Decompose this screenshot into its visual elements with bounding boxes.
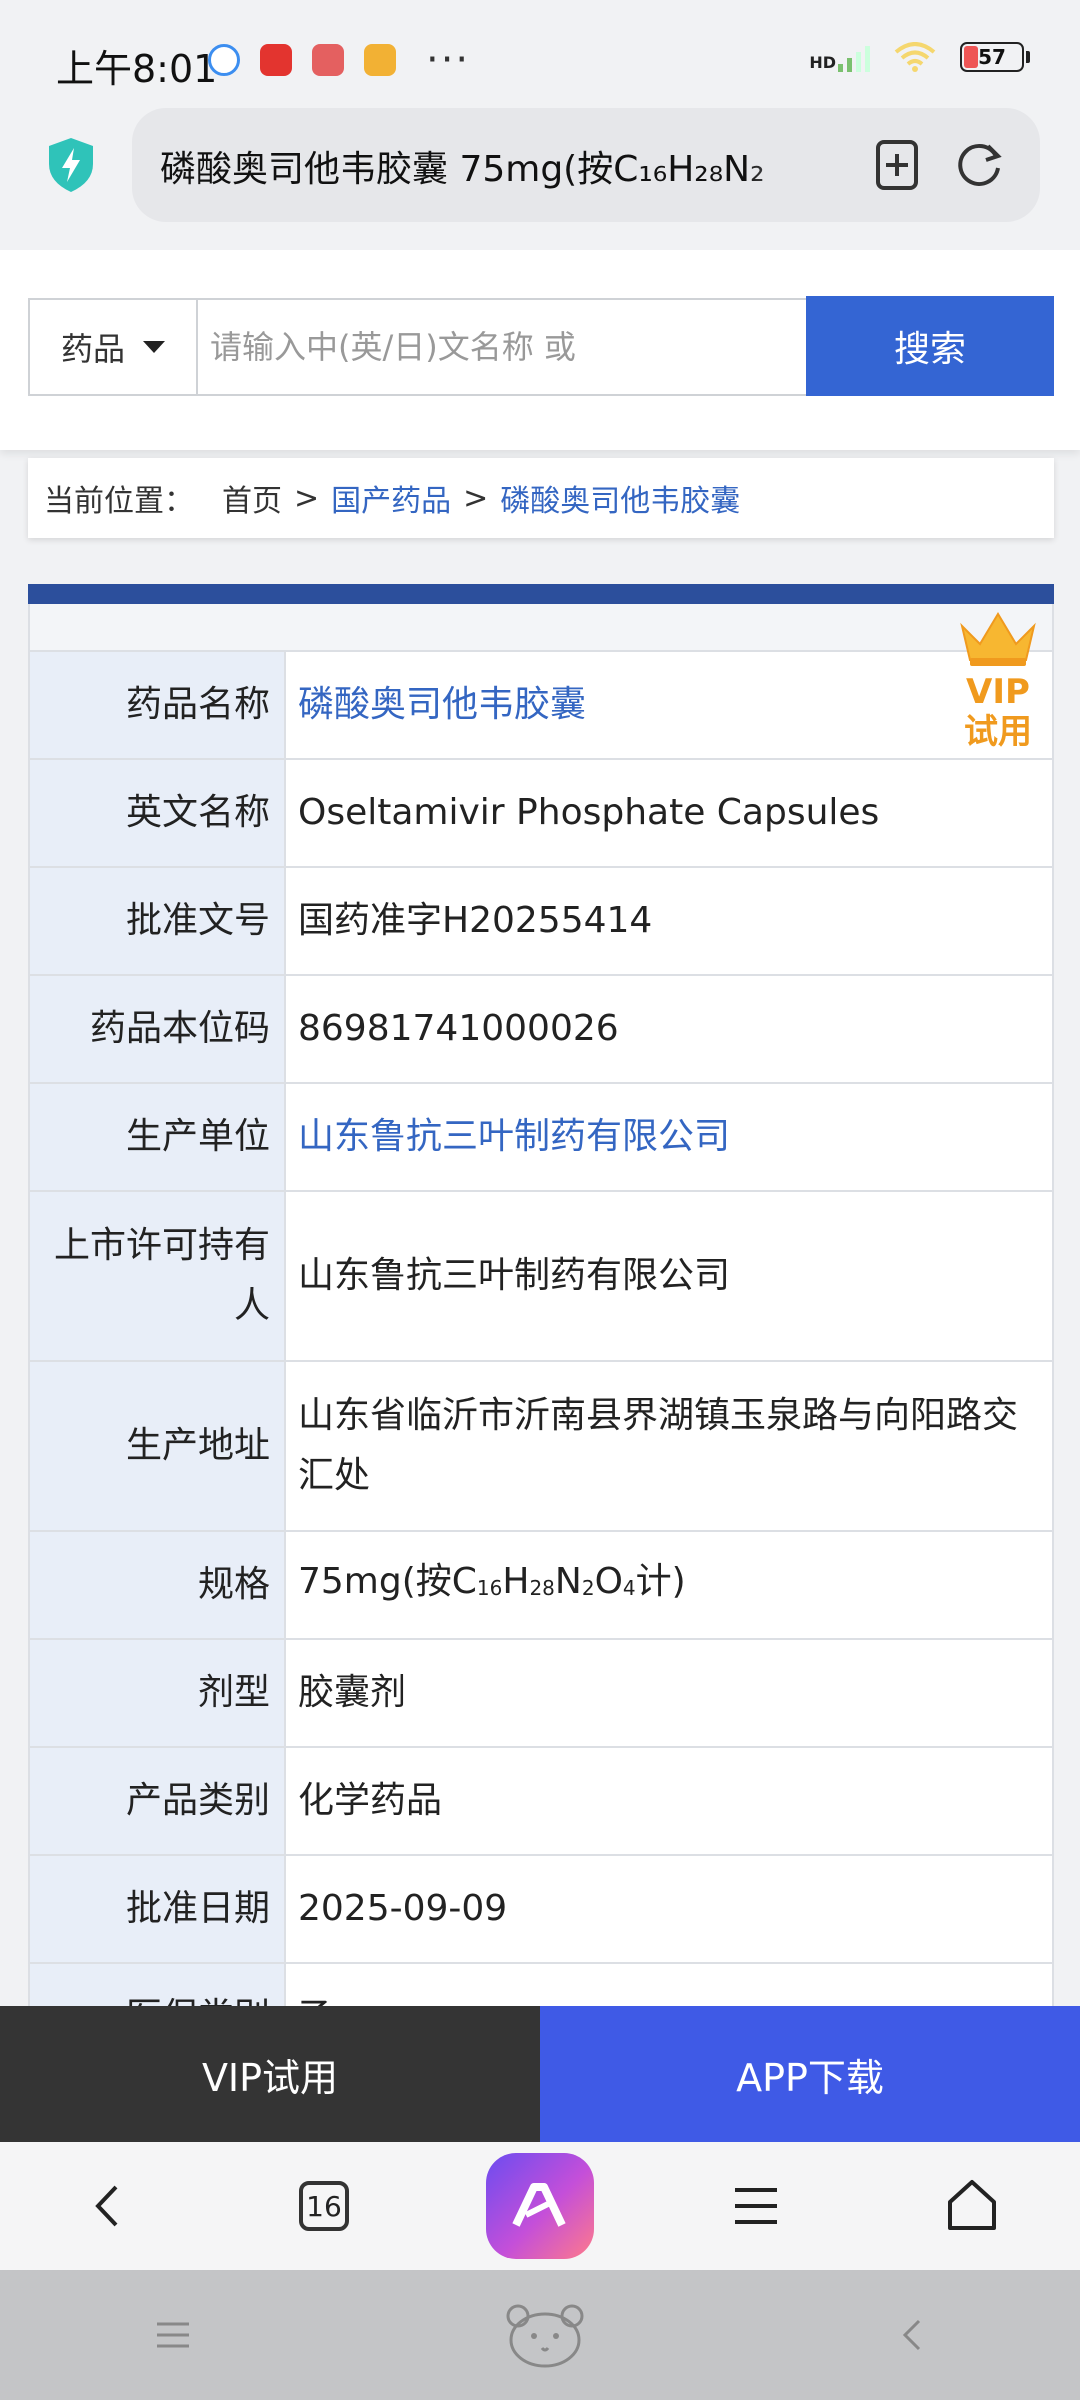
web-page: 药品 搜索 当前位置： 首页 > 国产药品 > 磷酸奥司他韦胶囊 药品名称 磷酸… (0, 250, 1080, 2006)
battery-icon: 57 (960, 42, 1024, 72)
tabs-count: 16 (299, 2181, 349, 2231)
search-button[interactable]: 搜索 (806, 296, 1054, 396)
row-value: 胶囊剂 (284, 1638, 1054, 1748)
add-bookmark-icon[interactable] (872, 138, 922, 192)
drug-name-link[interactable]: 磷酸奥司他韦胶囊 (284, 650, 1054, 760)
breadcrumb-section-link[interactable]: 国产药品 (331, 476, 451, 520)
row-label: 生产地址 (28, 1360, 286, 1532)
table-row: 生产地址 山东省临沂市沂南县界湖镇玉泉路与向阳路交汇处 (28, 1360, 1054, 1532)
drug-detail-card: 药品名称 磷酸奥司他韦胶囊 英文名称 Oseltamivir Phosphate… (28, 584, 1054, 2006)
bear-home-icon[interactable] (500, 2300, 590, 2370)
row-value: Oseltamivir Phosphate Capsules (284, 758, 1054, 868)
status-bar: 上午8:01 ··· HD 57 (0, 0, 1080, 110)
chevron-left-icon (95, 2185, 118, 2227)
home-button[interactable] (912, 2151, 1032, 2261)
breadcrumb-current-link[interactable]: 磷酸奥司他韦胶囊 (500, 476, 740, 520)
table-row: 产品类别 化学药品 (28, 1746, 1054, 1856)
search-panel: 药品 搜索 (0, 250, 1080, 450)
vip-badge-line1: VIP (966, 672, 1030, 712)
row-label: 产品类别 (28, 1746, 286, 1856)
table-row: 批准文号 国药准字H20255414 (28, 866, 1054, 976)
browser-logo-icon (486, 2153, 594, 2259)
menu-button[interactable] (696, 2151, 816, 2261)
breadcrumb-home[interactable]: 首页 (222, 476, 282, 520)
system-icons: HD 57 (809, 42, 1030, 72)
row-label: 医保类别 (28, 1962, 286, 2006)
url-field[interactable]: 磷酸奥司他韦胶囊 75mg(按C₁₆H₂₈N₂ (132, 108, 1040, 222)
app-download-button[interactable]: APP下载 (540, 2006, 1080, 2142)
search-input[interactable] (198, 300, 806, 394)
caret-down-icon (143, 341, 165, 353)
menu-icon (735, 2188, 777, 2224)
back-button[interactable] (48, 2151, 168, 2261)
manufacturer-link[interactable]: 山东鲁抗三叶制药有限公司 (284, 1082, 1054, 1192)
shield-lightning-icon[interactable] (46, 136, 96, 194)
refresh-icon[interactable] (954, 138, 1006, 190)
system-navigation-bar (0, 2270, 1080, 2400)
battery-level: 57 (978, 45, 1006, 69)
browser-home-logo-button[interactable] (480, 2151, 600, 2261)
browser-toolbar: 16 (0, 2142, 1080, 2270)
bottom-banner: VIP试用 APP下载 (0, 2006, 1080, 2142)
back-gesture-icon[interactable] (897, 2315, 927, 2355)
row-value: 山东鲁抗三叶制药有限公司 (284, 1190, 1054, 1362)
table-row: 剂型 胶囊剂 (28, 1638, 1054, 1748)
row-value: 国药准字H20255414 (284, 866, 1054, 976)
row-value: 山东省临沂市沂南县界湖镇玉泉路与向阳路交汇处 (284, 1360, 1054, 1532)
row-label: 药品名称 (28, 650, 286, 760)
row-label: 药品本位码 (28, 974, 286, 1084)
breadcrumb: 当前位置： 首页 > 国产药品 > 磷酸奥司他韦胶囊 (28, 458, 1054, 538)
row-value: 乙 (284, 1962, 1054, 2006)
home-icon (948, 2180, 996, 2230)
card-header-bar (28, 584, 1054, 604)
news-app-icon (312, 44, 344, 76)
row-value: 2025-09-09 (284, 1854, 1054, 1964)
table-row: 医保类别 乙 (28, 1962, 1054, 2006)
card-sub-header (28, 604, 1054, 650)
tabs-button[interactable]: 16 (264, 2151, 384, 2261)
breadcrumb-separator: > (294, 480, 320, 516)
notification-icons: ··· (208, 37, 471, 83)
breadcrumb-label: 当前位置： (44, 484, 194, 519)
row-label: 批准日期 (28, 1854, 286, 1964)
crown-icon (960, 612, 1036, 666)
drug-info-table: 药品名称 磷酸奥司他韦胶囊 英文名称 Oseltamivir Phosphate… (28, 650, 1054, 2006)
category-label: 药品 (60, 330, 125, 368)
table-row: 药品本位码 86981741000026 (28, 974, 1054, 1084)
row-label: 生产单位 (28, 1082, 286, 1192)
clock-app-icon (208, 44, 240, 76)
recent-apps-icon[interactable] (153, 2318, 193, 2352)
row-label: 英文名称 (28, 758, 286, 868)
table-row: 批准日期 2025-09-09 (28, 1854, 1054, 1964)
table-row: 规格 75mg(按C16H28N2O4计) (28, 1530, 1054, 1640)
vip-trial-badge[interactable]: VIP 试用 (942, 608, 1054, 788)
status-time: 上午8:01 (56, 47, 218, 91)
row-label: 批准文号 (28, 866, 286, 976)
vip-badge-line2: 试用 (964, 712, 1032, 752)
category-dropdown[interactable]: 药品 (30, 300, 198, 394)
row-value: 化学药品 (284, 1746, 1054, 1856)
more-notifications-icon: ··· (426, 37, 471, 83)
shopping-app-icon (260, 44, 292, 76)
wifi-icon (894, 42, 936, 72)
url-text[interactable]: 磷酸奥司他韦胶囊 75mg(按C₁₆H₂₈N₂ (160, 140, 840, 190)
table-row: 上市许可持有人 山东鲁抗三叶制药有限公司 (28, 1190, 1054, 1362)
breadcrumb-separator: > (463, 480, 489, 516)
search-box: 药品 (28, 298, 808, 396)
row-label: 上市许可持有人 (28, 1190, 286, 1362)
row-value: 86981741000026 (284, 974, 1054, 1084)
network-type-label: HD (809, 53, 836, 72)
row-label: 规格 (28, 1530, 286, 1640)
table-row: 英文名称 Oseltamivir Phosphate Capsules (28, 758, 1054, 868)
table-row: 药品名称 磷酸奥司他韦胶囊 (28, 650, 1054, 760)
row-label: 剂型 (28, 1638, 286, 1748)
browser-address-bar: 磷酸奥司他韦胶囊 75mg(按C₁₆H₂₈N₂ (0, 100, 1080, 250)
signal-icon (838, 42, 870, 72)
table-row: 生产单位 山东鲁抗三叶制药有限公司 (28, 1082, 1054, 1192)
video-app-icon (364, 44, 396, 76)
row-value: 75mg(按C16H28N2O4计) (284, 1530, 1054, 1640)
vip-trial-button[interactable]: VIP试用 (0, 2006, 540, 2142)
